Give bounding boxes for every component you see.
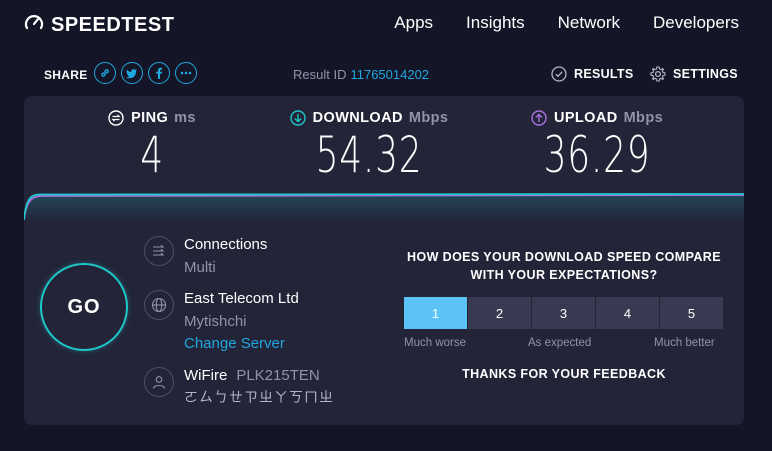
globe-icon [144,290,174,320]
result-id-label: Result ID [293,67,347,82]
share-label: SHARE [44,68,88,82]
connections-info: Connections Multi [144,236,267,276]
client-network: WiFire PLK215TEN [184,367,334,384]
results-card: PING ms 4 DOWNLOAD Mbps 54.32 UPLOAD Mbp… [24,96,744,425]
gear-icon [650,66,666,82]
upload-unit: Mbps [623,110,664,126]
client-subtext: ㄛㄙㄅㄝㄗㄓㄚㄎㄇㄓ [184,389,334,405]
rating-button-2[interactable]: 2 [468,297,531,329]
download-metric: DOWNLOAD Mbps 54.32 [279,110,459,182]
main-nav: Apps Insights Network Developers [361,13,739,33]
gauge-icon [24,13,44,38]
check-circle-icon [551,66,567,82]
isp-name: East Telecom Ltd [184,290,299,307]
download-label: DOWNLOAD [312,110,403,126]
upload-label: UPLOAD [553,110,618,126]
upload-value: 36.29 [543,126,651,184]
go-button[interactable]: GO [40,263,128,351]
server-location: Mytishchi [184,313,247,330]
client-name: PLK215TEN [236,367,320,384]
rating-button-5[interactable]: 5 [660,297,723,329]
ping-icon [108,110,124,126]
rating-label-mid: As expected [528,337,592,349]
download-value: 54.32 [315,126,423,184]
speed-graph [24,193,744,222]
nav-insights[interactable]: Insights [466,13,525,33]
more-icon[interactable] [175,62,197,84]
speedtest-logo[interactable]: SPEEDTEST [24,13,174,38]
connections-value: Multi [184,259,216,276]
user-icon [144,367,174,397]
result-id-value[interactable]: 11765014202 [350,67,429,82]
facebook-icon[interactable] [148,62,170,84]
rating-label-low: Much worse [404,337,466,349]
rating-button-3[interactable]: 3 [532,297,595,329]
logo-text: SPEEDTEST [51,14,175,36]
rating-label-high: Much better [654,337,715,349]
download-icon [289,110,306,126]
settings-button[interactable]: SETTINGS [650,66,738,82]
server-info: East Telecom Ltd Mytishchi Change Server [144,290,299,352]
nav-network[interactable]: Network [558,13,620,33]
rating-button-1[interactable]: 1 [404,297,467,329]
ping-metric: PING ms 4 [92,110,212,182]
results-button[interactable]: RESULTS [551,66,634,82]
survey-question: HOW DOES YOUR DOWNLOAD SPEED COMPARE WIT… [407,250,721,282]
connections-title: Connections [184,236,268,253]
link-icon[interactable] [94,62,116,84]
result-id: Result ID 11765014202 [293,67,429,82]
upload-metric: UPLOAD Mbps 36.29 [522,110,672,182]
ping-unit: ms [174,110,196,126]
settings-label: SETTINGS [673,67,738,81]
twitter-icon[interactable] [121,62,143,84]
upload-icon [531,110,547,126]
share-icons [94,62,202,84]
download-unit: Mbps [408,110,449,126]
ping-label: PING [131,110,169,126]
rating-scale: 1 2 3 4 5 [404,297,724,329]
share-bar: SHARE Result ID 11765014202 RESULTS SETTI… [0,58,772,90]
client-info: WiFire PLK215TEN ㄛㄙㄅㄝㄗㄓㄚㄎㄇㄓ [144,367,334,407]
nav-developers[interactable]: Developers [653,13,739,33]
change-server-link[interactable]: Change Server [184,335,299,352]
connections-icon [144,236,174,266]
nav-apps[interactable]: Apps [394,13,433,33]
ping-value: 4 [140,126,164,184]
rating-button-4[interactable]: 4 [596,297,659,329]
results-label: RESULTS [574,67,634,81]
top-bar: SPEEDTEST Apps Insights Network Develope… [0,0,772,50]
feedback-thanks: THANKS FOR YOUR FEEDBACK [462,367,666,381]
network-name: WiFire [184,367,228,384]
